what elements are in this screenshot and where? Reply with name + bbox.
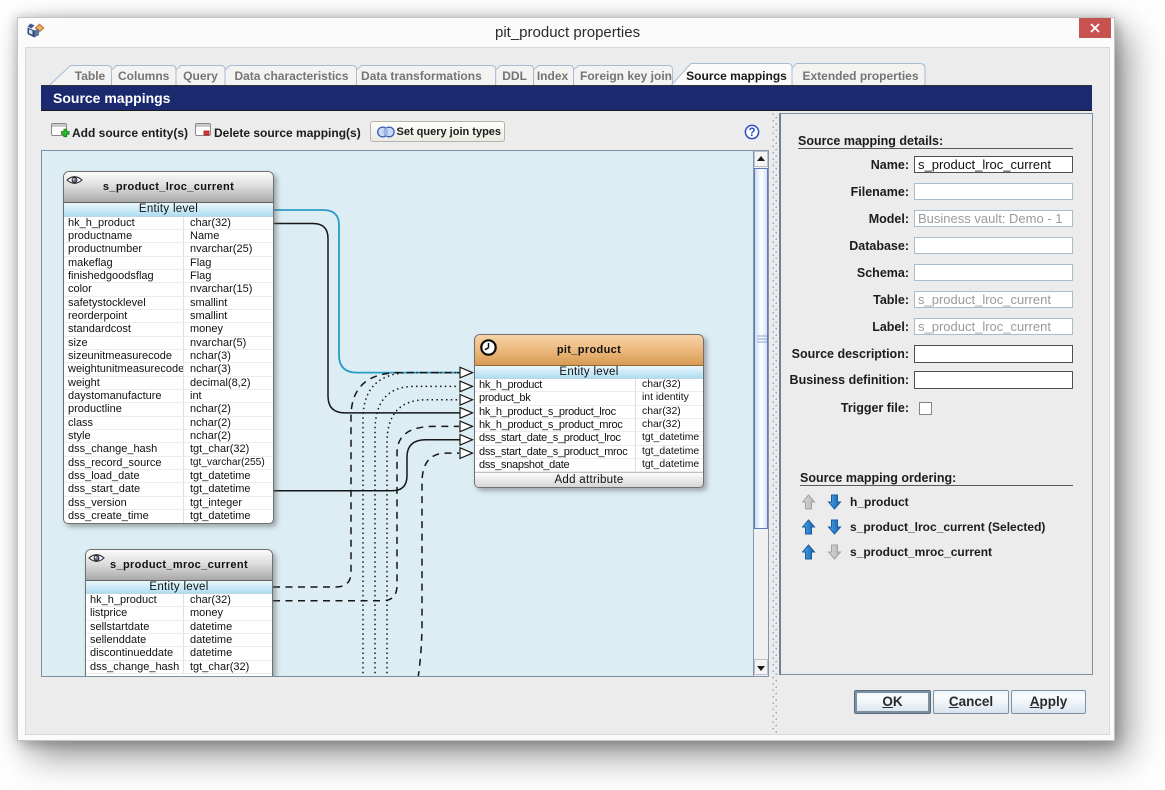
svg-text:Data transformations: Data transformations: [361, 69, 482, 83]
svg-text:Table: Table: [75, 69, 106, 83]
svg-text:DDL: DDL: [502, 69, 527, 83]
svg-text:Extended properties: Extended properties: [802, 69, 918, 83]
svg-text:Foreign key join: Foreign key join: [580, 69, 672, 83]
svg-text:Source mappings: Source mappings: [686, 69, 787, 83]
svg-text:?: ?: [748, 127, 755, 139]
svg-text:Index: Index: [537, 69, 569, 83]
svg-text:Query: Query: [183, 69, 218, 83]
svg-text:Data characteristics: Data characteristics: [234, 69, 348, 83]
svg-text:Columns: Columns: [118, 69, 170, 83]
